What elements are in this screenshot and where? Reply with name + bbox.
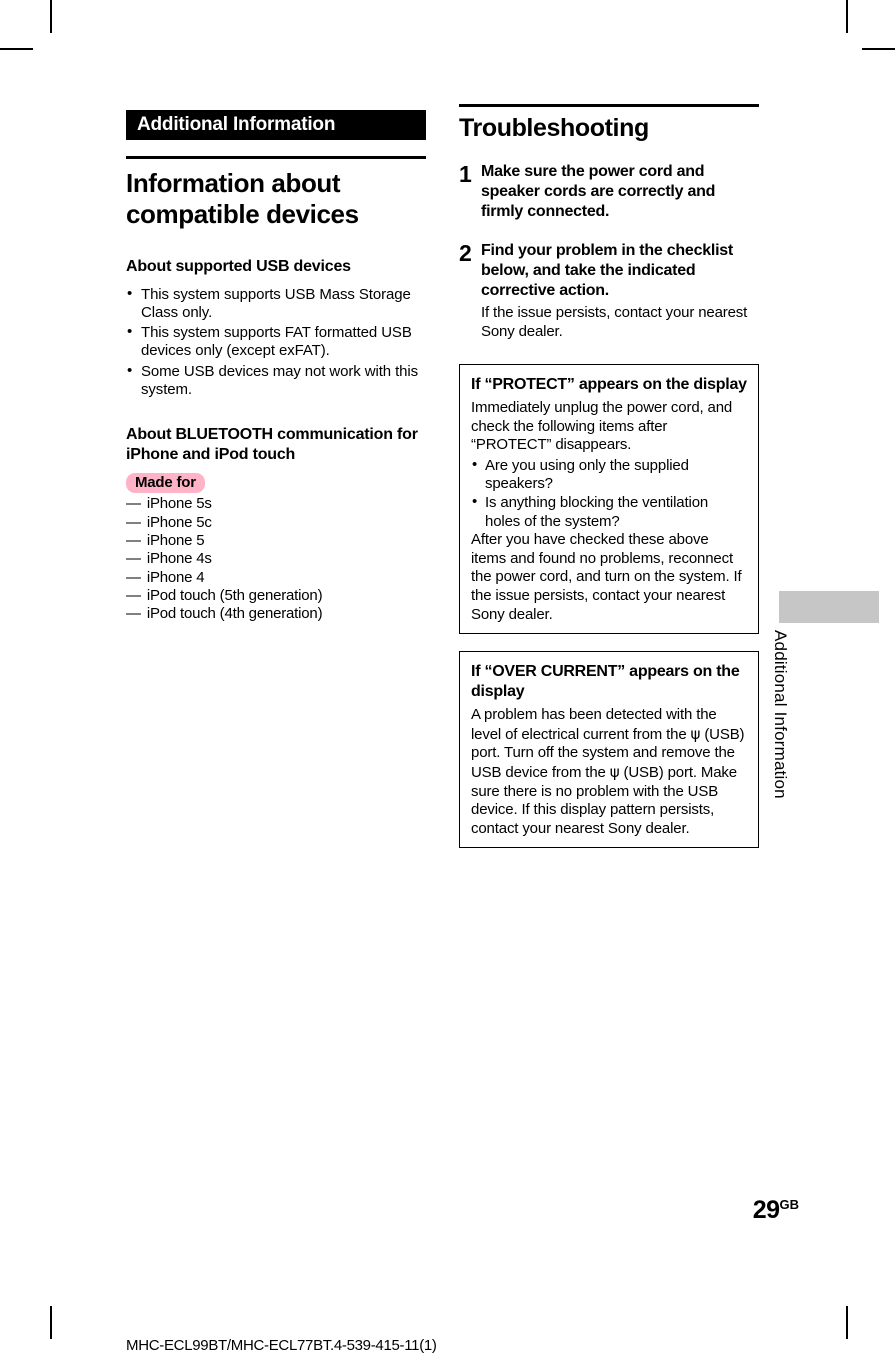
box-paragraph: A problem has been detected with the lev…	[471, 706, 747, 838]
left-column: Additional Information Information about…	[126, 110, 426, 624]
protect-bullet-list: Are you using only the supplied speakers…	[471, 456, 747, 531]
device-name: iPhone 5c	[146, 513, 212, 531]
list-item: — iPhone 5	[126, 532, 426, 550]
crop-mark-top-right-horizontal	[862, 48, 895, 50]
device-name: iPhone 5s	[146, 495, 212, 513]
list-item: Some USB devices may not work with this …	[126, 362, 426, 400]
step-title: Make sure the power cord and speaker cor…	[481, 162, 716, 220]
page-number-suffix: GB	[779, 1197, 800, 1212]
troubleshooting-title: Troubleshooting	[459, 114, 649, 142]
list-item: This system supports USB Mass Storage Cl…	[126, 285, 426, 323]
troubleshooting-step-2: 2 Find your problem in the checklist bel…	[459, 241, 759, 341]
section-banner: Additional Information	[126, 110, 426, 140]
dash-marker: —	[126, 532, 141, 550]
device-name: iPod touch (5th generation)	[146, 586, 323, 604]
protect-info-box: If “PROTECT” appears on the display Imme…	[459, 364, 759, 635]
dash-marker: —	[126, 513, 141, 531]
step-subtext: If the issue persists, contact your near…	[481, 304, 748, 340]
crop-mark-top-left-vertical	[50, 0, 52, 33]
made-for-badge: Made for	[126, 472, 205, 494]
document-page: Additional Information Information about…	[0, 0, 895, 1363]
side-tab-block	[779, 591, 879, 623]
crop-mark-bottom-left-vertical	[50, 1306, 52, 1339]
device-name: iPhone 5	[146, 532, 205, 550]
dash-marker: —	[126, 568, 141, 586]
dash-marker: —	[126, 605, 141, 623]
dash-marker: —	[126, 586, 141, 604]
usb-bullet-list: This system supports USB Mass Storage Cl…	[126, 285, 426, 400]
bluetooth-section-heading: About BLUETOOTH communication for iPhone…	[126, 426, 418, 463]
box-paragraph-part-1: A problem has been detected with the lev…	[471, 706, 717, 743]
over-current-info-box: If “OVER CURRENT” appears on the display…	[459, 651, 759, 849]
troubleshooting-rule	[459, 104, 759, 107]
step-number: 1	[459, 160, 472, 187]
device-name: iPod touch (4th generation)	[146, 605, 323, 623]
dash-marker: —	[126, 495, 141, 513]
dash-marker: —	[126, 550, 141, 568]
list-item: — iPod touch (4th generation)	[126, 605, 426, 623]
device-name: iPhone 4s	[146, 550, 212, 568]
list-item: — iPhone 4s	[126, 550, 426, 568]
list-item: — iPhone 5c	[126, 514, 426, 532]
troubleshooting-step-1: 1 Make sure the power cord and speaker c…	[459, 162, 759, 222]
list-item: Is anything blocking the ventilation hol…	[471, 493, 747, 531]
page-number: 29GB	[753, 1196, 799, 1225]
box-title: If “PROTECT” appears on the display	[471, 376, 747, 394]
crop-mark-top-left-horizontal	[0, 48, 33, 50]
box-title: If “OVER CURRENT” appears on the display	[471, 663, 740, 701]
page-title: Information about compatible devices	[126, 168, 359, 229]
usb-icon: ψ	[690, 724, 701, 743]
step-title: Find your problem in the checklist below…	[481, 241, 733, 300]
side-tab-label: Additional Information	[771, 630, 790, 799]
crop-mark-top-right-vertical	[846, 0, 848, 33]
usb-section-heading: About supported USB devices	[126, 258, 351, 276]
list-item: — iPhone 5s	[126, 495, 426, 513]
step-number: 2	[459, 239, 472, 266]
compatible-device-list: — iPhone 5s — iPhone 5c — iPhone 5 — iPhone …	[126, 495, 426, 623]
page-number-value: 29	[752, 1196, 780, 1224]
list-item: — iPod touch (5th generation)	[126, 587, 426, 605]
box-paragraph-continued: After you have checked these above items…	[471, 531, 742, 623]
heading-rule	[126, 156, 426, 159]
footer-model-code: MHC-ECL99BT/MHC-ECL77BT.4-539-415-11(1)	[126, 1337, 437, 1354]
list-item: This system supports FAT formatted USB d…	[126, 323, 426, 361]
list-item: — iPhone 4	[126, 569, 426, 587]
box-paragraph: Immediately unplug the power cord, and c…	[471, 399, 733, 454]
device-name: iPhone 4	[146, 568, 205, 586]
crop-mark-bottom-right-vertical	[846, 1306, 848, 1339]
right-column: Troubleshooting 1 Make sure the power co…	[459, 104, 759, 849]
list-item: Are you using only the supplied speakers…	[471, 456, 747, 494]
